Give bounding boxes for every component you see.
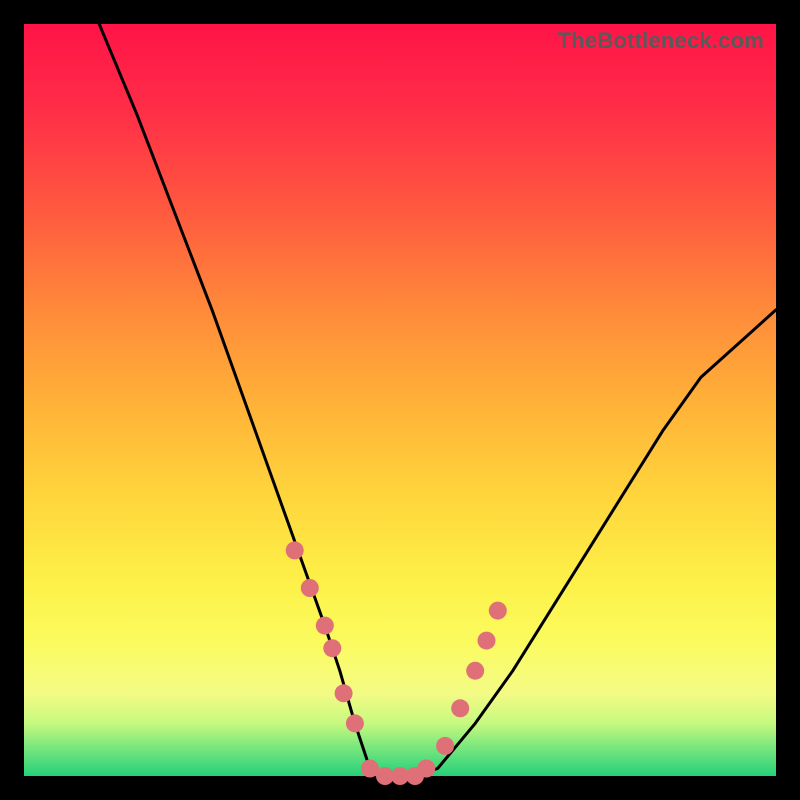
highlighted-point (301, 579, 319, 597)
highlighted-point (316, 617, 334, 635)
highlighted-point (478, 632, 496, 650)
bottleneck-curve-line (99, 24, 776, 776)
highlighted-point (436, 737, 454, 755)
highlighted-point (417, 760, 435, 778)
chart-svg (24, 24, 776, 776)
highlighted-point (335, 684, 353, 702)
chart-frame: TheBottleneck.com (24, 24, 776, 776)
highlighted-point (323, 639, 341, 657)
highlighted-point (466, 662, 484, 680)
chart-plot-area: TheBottleneck.com (24, 24, 776, 776)
highlighted-point (451, 699, 469, 717)
highlighted-points-group (286, 541, 507, 785)
highlighted-point (346, 714, 364, 732)
highlighted-point (489, 602, 507, 620)
highlighted-point (286, 541, 304, 559)
